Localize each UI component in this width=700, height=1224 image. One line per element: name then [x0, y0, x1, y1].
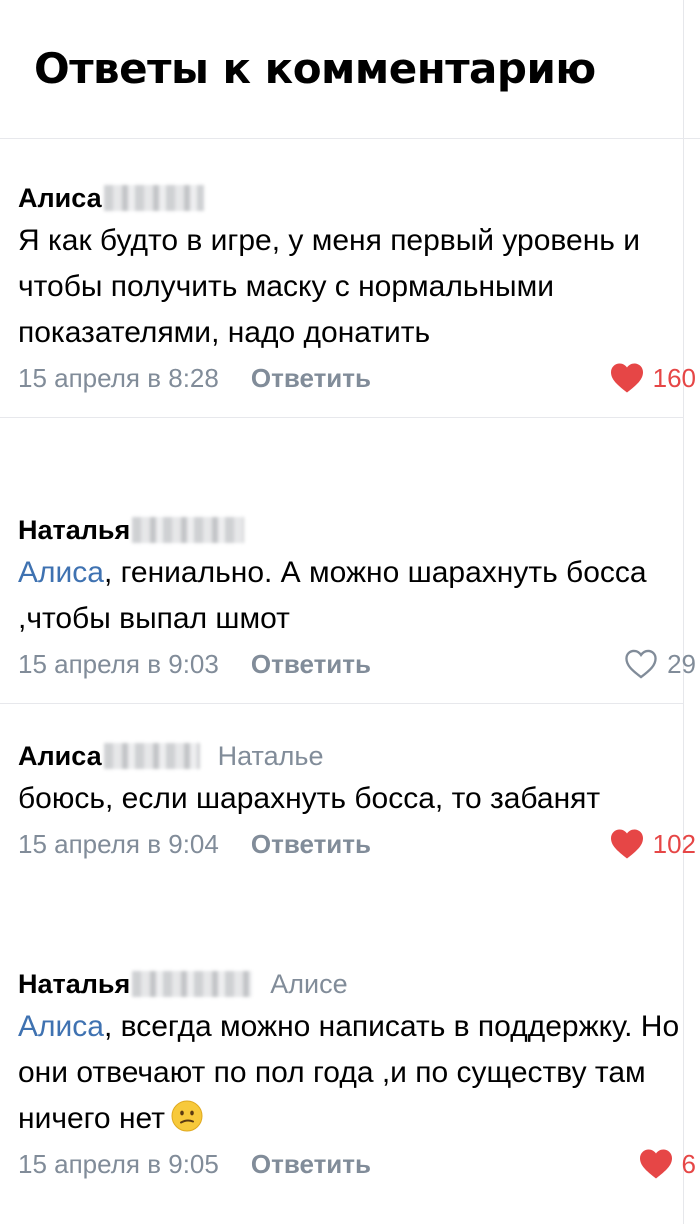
comment-text: Алиса, всегда можно написать в поддержку…	[18, 1004, 682, 1142]
comment-author[interactable]: Наталья	[18, 512, 130, 548]
page-header: Ответы к комментарию	[0, 0, 700, 139]
comment-author-line: Алиса Наталье	[18, 738, 682, 774]
reply-button[interactable]: Ответить	[251, 829, 371, 860]
comment-author[interactable]: Наталья	[18, 966, 130, 1002]
comment-author[interactable]: Алиса	[18, 180, 102, 216]
like-count: 29	[667, 648, 696, 679]
heart-filled-icon	[610, 363, 643, 393]
like-button[interactable]: 29	[623, 644, 696, 684]
comment-item: Наталья Алисе Алиса, всегда можно написа…	[18, 966, 696, 1184]
comment-author-line: Алиса	[18, 180, 682, 216]
like-button[interactable]: 102	[609, 824, 696, 864]
reply-to-label[interactable]: Алисе	[270, 966, 347, 1002]
comment-author-line: Наталья	[18, 512, 682, 548]
blurred-surname	[132, 517, 245, 543]
comment-date[interactable]: 15 апреля в 9:04	[18, 829, 219, 860]
right-border	[683, 0, 684, 1224]
reply-button[interactable]: Ответить	[251, 1149, 371, 1180]
comment-body: , гениально. А можно шарахнуть босса ,чт…	[18, 556, 647, 635]
like-count: 160	[652, 362, 696, 393]
mention-link[interactable]: Алиса	[18, 556, 104, 589]
like-count: 102	[652, 828, 696, 859]
comment-item: Алиса Я как будто в игре, у меня первый …	[0, 180, 696, 418]
blurred-surname	[103, 185, 204, 211]
confused-face-icon	[171, 1100, 203, 1132]
comment-meta: 15 апреля в 9:04 Ответить 102	[18, 824, 696, 864]
reply-button[interactable]: Ответить	[251, 363, 371, 394]
heart-filled-icon	[639, 1149, 672, 1179]
comment-text: Алиса, гениально. А можно шарахнуть босс…	[18, 550, 682, 642]
blurred-surname	[132, 971, 253, 997]
comment-date[interactable]: 15 апреля в 8:28	[18, 363, 219, 394]
reply-to-label[interactable]: Наталье	[218, 738, 324, 774]
comment-text: Я как будто в игре, у меня первый уровен…	[18, 218, 682, 356]
blurred-surname	[103, 743, 200, 769]
comment-body: Я как будто в игре, у меня первый уровен…	[18, 224, 641, 349]
comment-date[interactable]: 15 апреля в 9:03	[18, 649, 219, 680]
comment-text: боюсь, если шарахнуть босса, то забанят	[18, 776, 682, 822]
like-button[interactable]: 6	[638, 1144, 696, 1184]
comment-meta: 15 апреля в 9:03 Ответить 29	[18, 644, 696, 684]
reply-button[interactable]: Ответить	[251, 649, 371, 680]
mention-link[interactable]: Алиса	[18, 1010, 104, 1043]
like-button[interactable]: 160	[609, 358, 696, 398]
like-count: 6	[681, 1148, 696, 1179]
comment-author-line: Наталья Алисе	[18, 966, 682, 1002]
heart-filled-icon	[610, 829, 643, 859]
comment-item: Наталья Алиса, гениально. А можно шарахн…	[0, 512, 696, 704]
comment-meta: 15 апреля в 8:28 Ответить 160	[18, 358, 696, 398]
page-title: Ответы к комментарию	[34, 44, 596, 93]
comment-body: , всегда можно написать в поддержку. Но …	[18, 1010, 680, 1135]
comment-body: боюсь, если шарахнуть босса, то забанят	[18, 782, 601, 815]
heart-outline-icon	[625, 649, 657, 679]
comment-meta: 15 апреля в 9:05 Ответить 6	[18, 1144, 696, 1184]
comment-item: Алиса Наталье боюсь, если шарахнуть босс…	[18, 738, 696, 864]
comment-date[interactable]: 15 апреля в 9:05	[18, 1149, 219, 1180]
comment-author[interactable]: Алиса	[18, 738, 102, 774]
